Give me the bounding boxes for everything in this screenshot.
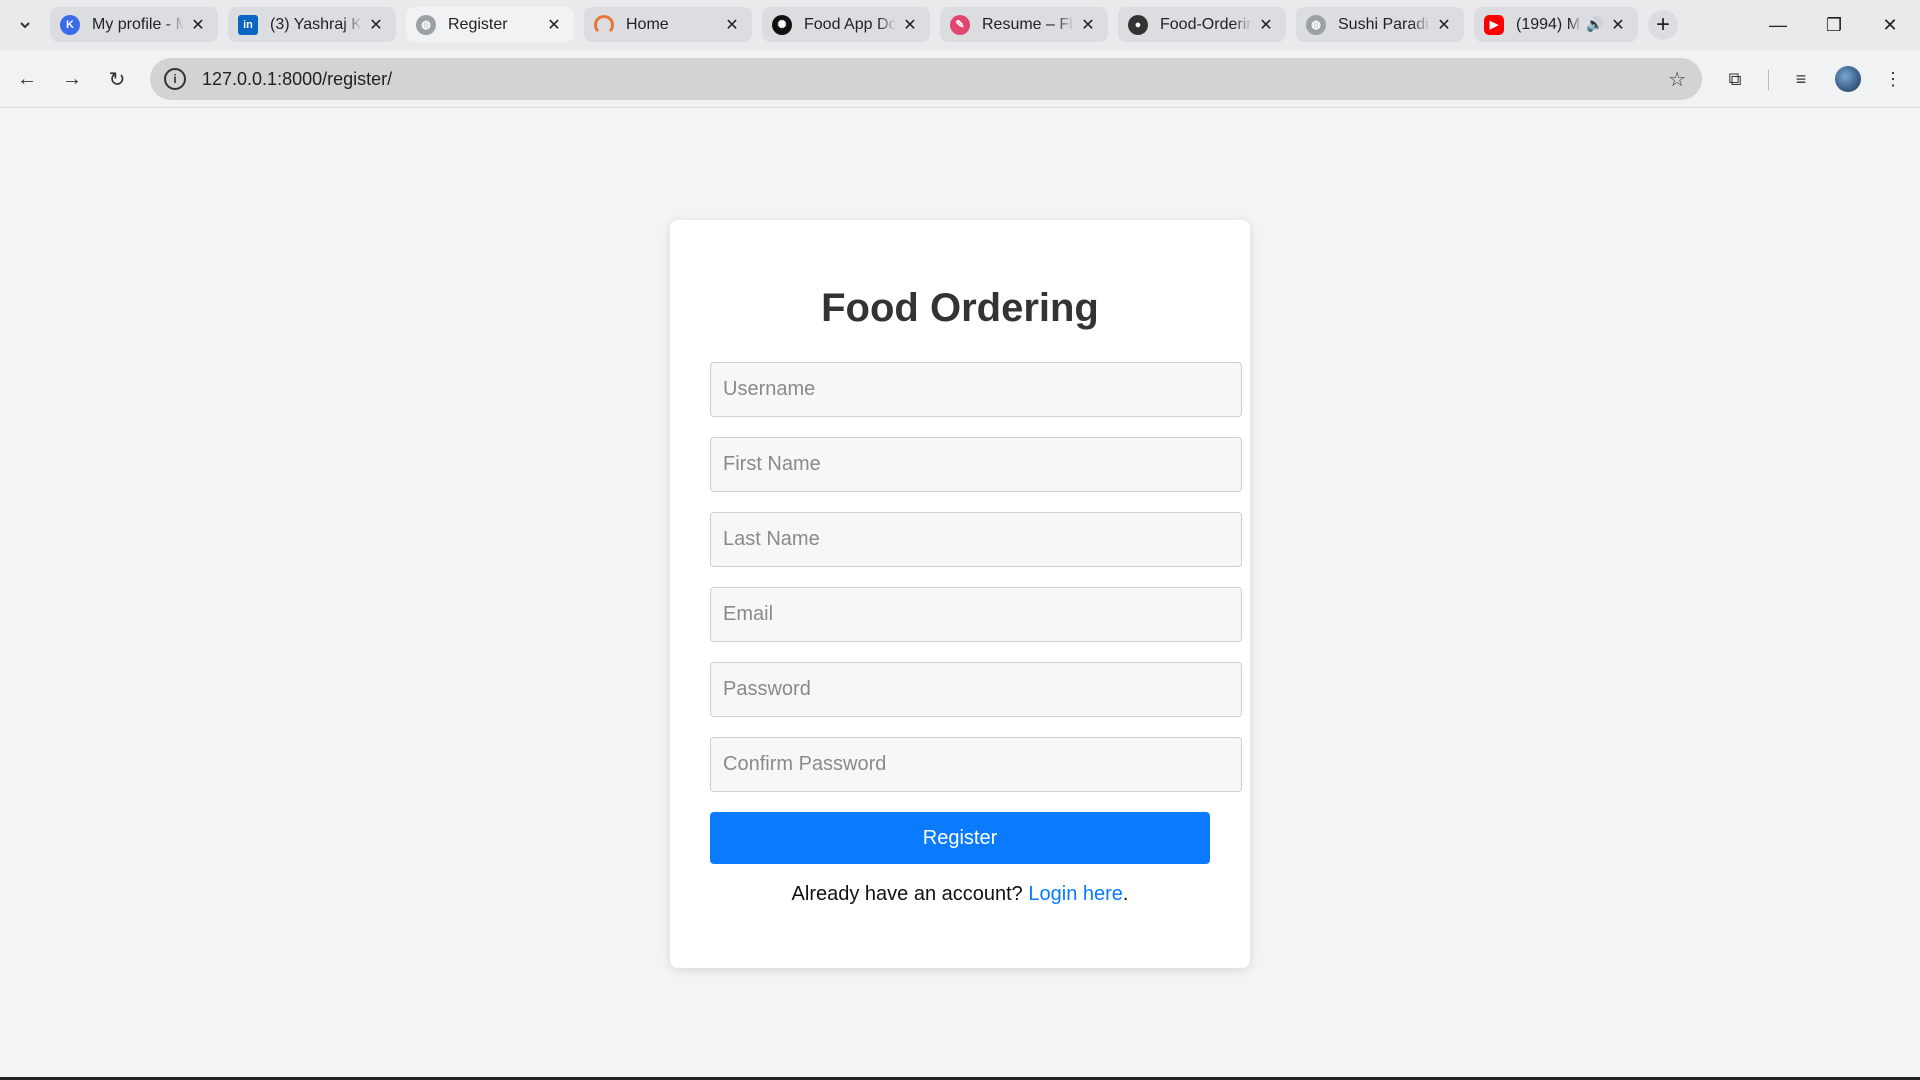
tab-title: (3) Yashraj Ka <box>270 15 362 33</box>
close-icon[interactable]: ✕ <box>722 15 742 35</box>
toolbar-divider <box>1768 70 1769 90</box>
confirm-password-field[interactable] <box>710 737 1242 792</box>
close-icon[interactable]: ✕ <box>544 15 564 35</box>
playlist-icon: ≡ <box>1795 68 1807 89</box>
address-url[interactable]: 127.0.0.1:8000/register/ <box>202 69 392 90</box>
restore-button[interactable]: ❐ <box>1814 8 1854 42</box>
arrow-left-icon: ← <box>17 67 37 90</box>
tab-my-profile[interactable]: K My profile - M ✕ <box>50 7 218 42</box>
avatar[interactable] <box>1835 66 1861 92</box>
tab-github[interactable]: ● Food-Orderin ✕ <box>1118 7 1286 42</box>
restore-icon: ❐ <box>1825 14 1843 35</box>
tab-title: (1994) M <box>1516 15 1581 33</box>
tab-register[interactable]: ◍ Register ✕ <box>406 7 574 42</box>
back-button[interactable]: ← <box>10 62 44 96</box>
forward-button[interactable]: → <box>55 62 89 96</box>
login-prompt-text: Already have an account? <box>791 883 1023 905</box>
close-icon[interactable]: ✕ <box>188 15 208 35</box>
puzzle-icon: ⧉ <box>1728 68 1742 89</box>
more-vertical-icon: ⋮ <box>1884 68 1902 89</box>
minimize-icon: — <box>1769 14 1787 35</box>
tab-home[interactable]: Home ✕ <box>584 7 752 42</box>
close-icon[interactable]: ✕ <box>900 15 920 35</box>
close-icon: ✕ <box>1882 14 1898 35</box>
tab-title: Sushi Paradis <box>1338 15 1430 33</box>
last-name-field[interactable] <box>710 512 1242 567</box>
close-icon[interactable]: ✕ <box>1608 15 1628 35</box>
linkedin-icon: in <box>238 14 258 35</box>
openai-icon: ✺ <box>772 14 792 35</box>
tab-title: Food-Orderin <box>1160 15 1252 33</box>
minimize-button[interactable]: — <box>1758 8 1798 42</box>
password-field[interactable] <box>710 662 1242 717</box>
tab-title: Home <box>626 15 669 33</box>
media-controls-button[interactable]: ≡ <box>1784 62 1818 96</box>
site-info-icon[interactable]: i <box>164 68 186 90</box>
register-button[interactable]: Register <box>710 812 1210 864</box>
username-field[interactable] <box>710 362 1242 417</box>
page-title: Food Ordering <box>821 286 1099 330</box>
reload-button[interactable]: ↻ <box>100 62 134 96</box>
youtube-icon: ▶ <box>1484 14 1504 35</box>
extensions-button[interactable]: ⧉ <box>1718 62 1752 96</box>
tab-resume[interactable]: ✎ Resume – Flo ✕ <box>940 7 1108 42</box>
close-icon[interactable]: ✕ <box>1078 15 1098 35</box>
login-suffix: . <box>1122 883 1129 905</box>
tab-food-app-doc[interactable]: ✺ Food App Do ✕ <box>762 7 930 42</box>
tab-search-button[interactable] <box>12 12 38 38</box>
close-window-button[interactable]: ✕ <box>1870 8 1910 42</box>
tab-title: Food App Do <box>804 15 896 33</box>
globe-icon: ◍ <box>1306 14 1326 35</box>
close-icon[interactable]: ✕ <box>1256 15 1276 35</box>
loading-spinner-icon <box>594 14 614 35</box>
github-icon: ● <box>1128 14 1148 35</box>
email-field[interactable] <box>710 587 1242 642</box>
login-prompt: Already have an account? Login here. <box>670 883 1250 906</box>
plus-icon: + <box>1655 11 1670 38</box>
chevron-down-icon <box>20 22 30 29</box>
reload-icon: ↻ <box>108 68 126 91</box>
browser-toolbar: ← → ↻ i 127.0.0.1:8000/register/ ☆ ⧉ ≡ ⋮ <box>0 50 1920 108</box>
address-bar[interactable]: i 127.0.0.1:8000/register/ ☆ <box>150 58 1702 100</box>
register-card: Food Ordering Register Already have an a… <box>670 220 1250 968</box>
tab-title: My profile - M <box>92 15 184 33</box>
speaker-icon[interactable]: 🔊 <box>1586 16 1604 33</box>
tab-linkedin[interactable]: in (3) Yashraj Ka ✕ <box>228 7 396 42</box>
flowcv-icon: ✎ <box>950 14 970 35</box>
first-name-field[interactable] <box>710 437 1242 492</box>
close-icon[interactable]: ✕ <box>1434 15 1454 35</box>
menu-button[interactable]: ⋮ <box>1876 62 1910 96</box>
tab-youtube[interactable]: ▶ (1994) M 🔊 ✕ <box>1474 7 1638 42</box>
tab-sushi-paradise[interactable]: ◍ Sushi Paradis ✕ <box>1296 7 1464 42</box>
tab-strip: K My profile - M ✕ in (3) Yashraj Ka ✕ ◍… <box>0 0 1920 50</box>
new-tab-button[interactable]: + <box>1648 10 1678 40</box>
tab-title: Register <box>448 15 508 33</box>
bookmark-star-icon[interactable]: ☆ <box>1668 67 1686 92</box>
login-link[interactable]: Login here <box>1028 883 1123 905</box>
close-icon[interactable]: ✕ <box>366 15 386 35</box>
tab-title: Resume – Flo <box>982 15 1074 33</box>
arrow-right-icon: → <box>62 67 82 90</box>
globe-icon: ◍ <box>416 14 436 35</box>
k-circle-icon: K <box>60 14 80 35</box>
